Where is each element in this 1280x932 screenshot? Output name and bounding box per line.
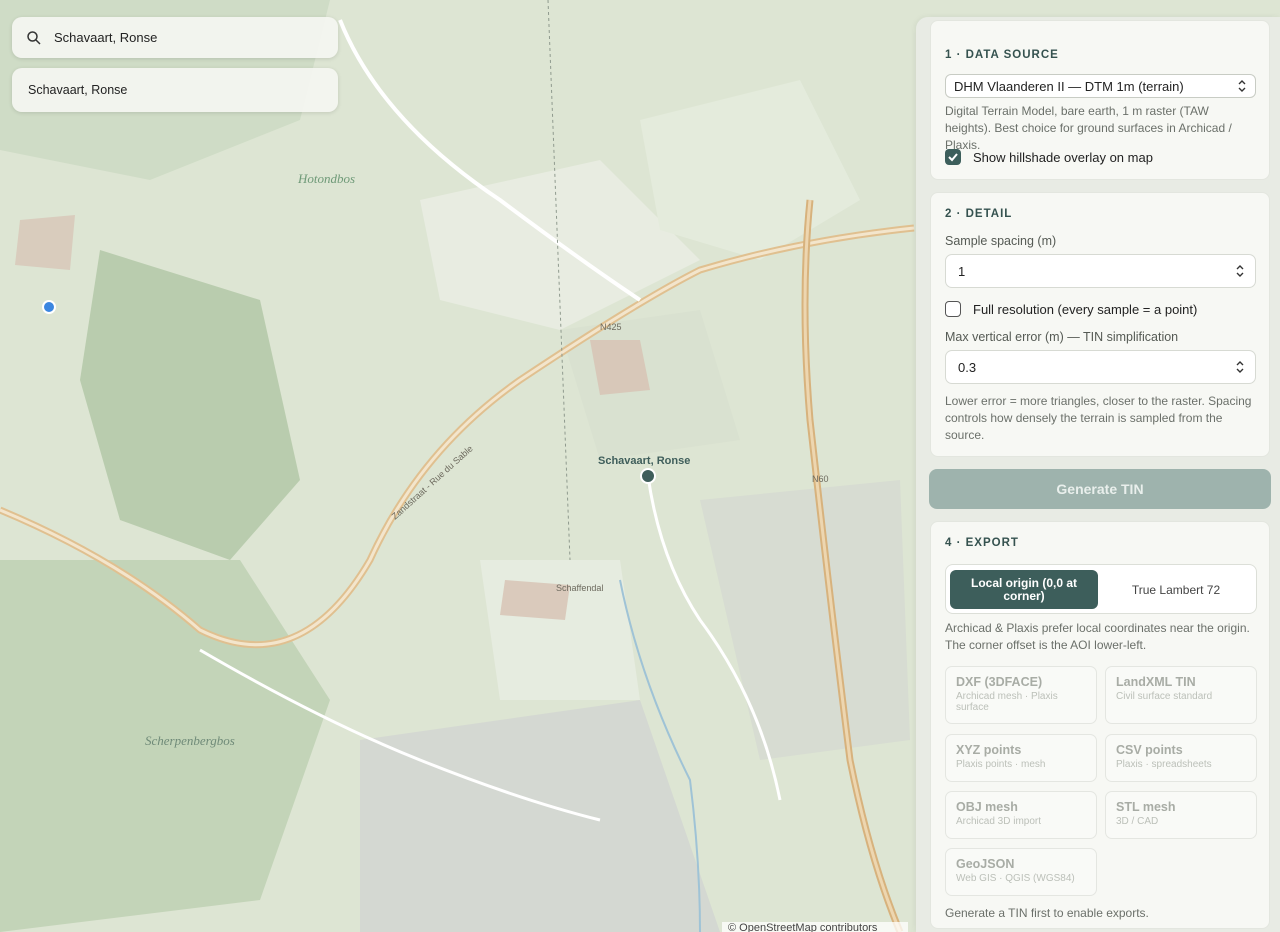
- location-marker[interactable]: [42, 300, 56, 314]
- stepper-icon[interactable]: [1235, 264, 1245, 278]
- hillshade-label: Show hillshade overlay on map: [973, 149, 1153, 165]
- map-attribution[interactable]: © OpenStreetMap contributors: [722, 922, 908, 932]
- search-result-marker[interactable]: [640, 468, 656, 484]
- map-label-n60: N60: [812, 474, 829, 484]
- export-footer-note: Generate a TIN first to enable exports.: [945, 906, 1149, 920]
- export-format-sub: Archicad mesh · Plaxis surface: [956, 691, 1058, 713]
- generate-tin-button[interactable]: Generate TIN: [929, 469, 1271, 509]
- export-format-name: CSV points: [1116, 743, 1183, 757]
- search-suggestion[interactable]: Schavaart, Ronse: [12, 68, 338, 112]
- export-xyz-button[interactable]: XYZ points Plaxis points · mesh: [945, 734, 1097, 782]
- export-obj-button[interactable]: OBJ mesh Archicad 3D import: [945, 791, 1097, 839]
- origin-lambert-option[interactable]: True Lambert 72: [1102, 570, 1250, 609]
- max-error-label: Max vertical error (m) — TIN simplificat…: [945, 330, 1179, 344]
- max-error-input[interactable]: 0.3: [945, 350, 1256, 384]
- full-resolution-checkbox[interactable]: [945, 301, 961, 317]
- stepper-icon[interactable]: [1235, 360, 1245, 374]
- export-format-sub: Civil surface standard: [1116, 691, 1213, 702]
- export-format-sub: Plaxis · spreadsheets: [1116, 759, 1212, 770]
- export-stl-button[interactable]: STL mesh 3D / CAD: [1105, 791, 1257, 839]
- export-format-name: GeoJSON: [956, 857, 1015, 871]
- data-source-title: 1 · DATA SOURCE: [945, 49, 1059, 61]
- hillshade-toggle[interactable]: Show hillshade overlay on map: [945, 149, 1153, 165]
- export-format-name: DXF (3DFACE): [956, 675, 1043, 689]
- data-source-select[interactable]: DHM Vlaanderen II — DTM 1m (terrain): [945, 74, 1256, 98]
- suggestion-label: Schavaart, Ronse: [28, 83, 128, 97]
- checkmark-icon: [948, 153, 958, 162]
- search-bar[interactable]: [12, 17, 338, 58]
- spacing-value: 1: [958, 263, 966, 279]
- search-input[interactable]: [52, 29, 316, 46]
- export-csv-button[interactable]: CSV points Plaxis · spreadsheets: [1105, 734, 1257, 782]
- origin-toggle[interactable]: Local origin (0,0 at corner) True Lamber…: [945, 564, 1257, 614]
- export-landxml-button[interactable]: LandXML TIN Civil surface standard: [1105, 666, 1257, 724]
- spacing-input[interactable]: 1: [945, 254, 1256, 288]
- search-icon: [27, 30, 41, 45]
- map-label-schaffendal: Schaffendal: [556, 583, 603, 593]
- export-format-name: OBJ mesh: [956, 800, 1018, 814]
- origin-local-option[interactable]: Local origin (0,0 at corner): [950, 570, 1098, 609]
- max-error-value: 0.3: [958, 359, 977, 375]
- map-label-schavaart: Schavaart, Ronse: [598, 455, 690, 467]
- export-card: 4 · EXPORT Local origin (0,0 at corner) …: [930, 521, 1270, 929]
- export-dxf-button[interactable]: DXF (3DFACE) Archicad mesh · Plaxis surf…: [945, 666, 1097, 724]
- export-title: 4 · EXPORT: [945, 537, 1019, 549]
- full-resolution-label: Full resolution (every sample = a point): [973, 301, 1198, 317]
- export-format-sub: 3D / CAD: [1116, 816, 1159, 827]
- export-format-sub: Archicad 3D import: [956, 816, 1042, 827]
- export-geojson-button[interactable]: GeoJSON Web GIS · QGIS (WGS84): [945, 848, 1097, 896]
- export-format-name: LandXML TIN: [1116, 675, 1196, 689]
- export-format-name: STL mesh: [1116, 800, 1176, 814]
- detail-description: Lower error = more triangles, closer to …: [945, 394, 1252, 442]
- export-format-sub: Web GIS · QGIS (WGS84): [956, 873, 1075, 884]
- full-resolution-toggle[interactable]: Full resolution (every sample = a point): [945, 301, 1197, 317]
- export-description: Archicad & Plaxis prefer local coordinat…: [945, 621, 1250, 652]
- select-chevron-icon: [1238, 80, 1246, 92]
- detail-card: 2 · DETAIL Sample spacing (m) 1 Full res…: [930, 192, 1270, 457]
- spacing-label: Sample spacing (m): [945, 234, 1057, 248]
- export-format-name: XYZ points: [956, 743, 1022, 757]
- hillshade-checkbox[interactable]: [945, 149, 961, 165]
- data-source-card: 1 · DATA SOURCE DHM Vlaanderen II — DTM …: [930, 20, 1270, 180]
- data-source-description: Digital Terrain Model, bare earth, 1 m r…: [945, 104, 1232, 152]
- settings-panel: 1 · DATA SOURCE DHM Vlaanderen II — DTM …: [916, 17, 1280, 932]
- map-label-hotondbos: Hotondbos: [297, 171, 355, 186]
- detail-title: 2 · DETAIL: [945, 208, 1013, 220]
- export-format-sub: Plaxis points · mesh: [956, 759, 1046, 770]
- data-source-value: DHM Vlaanderen II — DTM 1m (terrain): [954, 78, 1184, 94]
- map-label-scherpenbergbos: Scherpenbergbos: [145, 733, 235, 748]
- map-label-n425: N425: [600, 322, 622, 332]
